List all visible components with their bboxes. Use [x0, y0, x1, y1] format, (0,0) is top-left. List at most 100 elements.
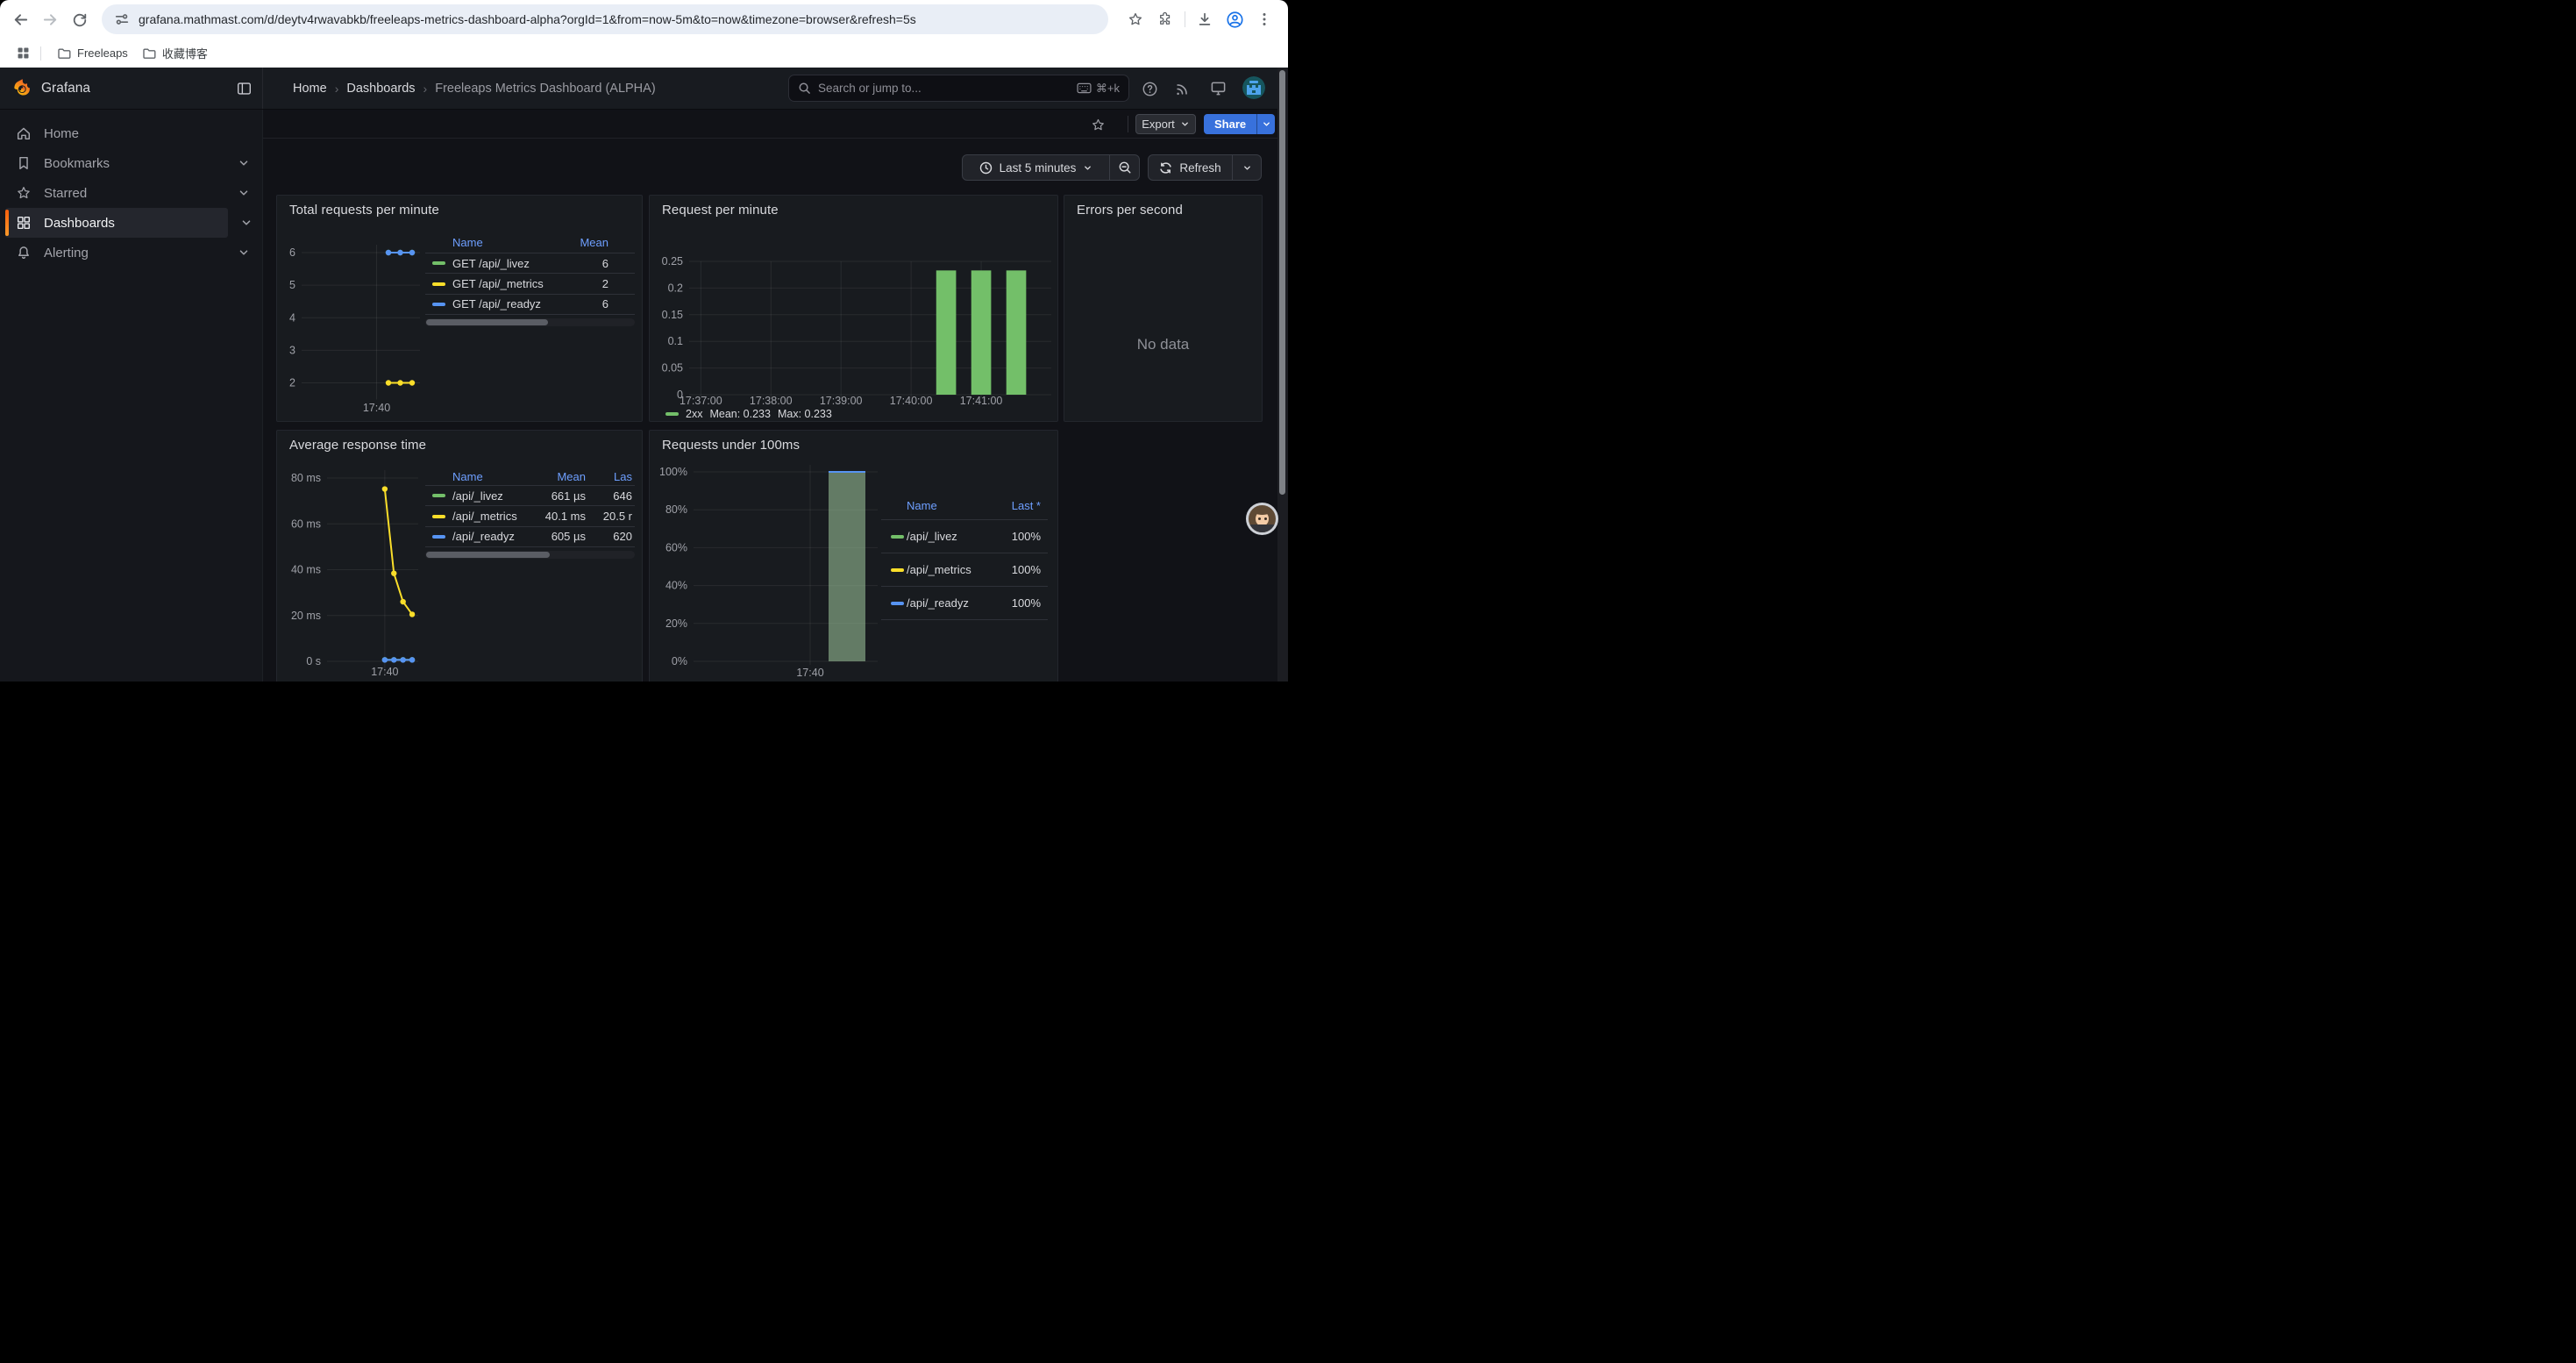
svg-text:17:40: 17:40 — [363, 402, 390, 414]
legend-row[interactable]: GET /api/_livez 6 — [425, 253, 635, 274]
scrollbar-thumb[interactable] — [1279, 70, 1285, 495]
panel-errors-per-second: Errors per second No data — [1064, 195, 1263, 422]
search-icon — [798, 82, 811, 95]
export-button[interactable]: Export — [1135, 114, 1196, 134]
legend-last-value: 100% — [1004, 563, 1048, 576]
zoom-out-icon[interactable] — [1110, 155, 1139, 180]
sidebar-item-starred[interactable]: Starred — [5, 178, 255, 208]
legend-header-last[interactable]: Last * — [1004, 499, 1048, 512]
legend-inline[interactable]: 2xx Mean: 0.233 Max: 0.233 — [665, 408, 832, 420]
help-icon[interactable] — [1140, 79, 1159, 98]
legend-mean-value: 6 — [551, 257, 608, 270]
download-icon[interactable] — [1190, 4, 1220, 34]
panel-title[interactable]: Errors per second — [1077, 203, 1183, 218]
back-icon[interactable] — [5, 4, 35, 34]
series-color-pill — [891, 568, 904, 572]
sidebar-item-alerting[interactable]: Alerting — [5, 238, 255, 268]
legend-row[interactable]: /api/_readyz 605 µs 620 — [425, 527, 635, 547]
series-color-pill — [432, 261, 445, 265]
svg-text:0 s: 0 s — [306, 655, 321, 667]
breadcrumb-home[interactable]: Home — [293, 82, 327, 96]
legend-last-value: 620 — [586, 530, 635, 543]
keyboard-icon — [1077, 82, 1092, 94]
legend-series-name: /api/_readyz — [452, 530, 533, 543]
reload-icon[interactable] — [65, 4, 95, 34]
legend-row[interactable]: /api/_metrics 40.1 ms 20.5 r — [425, 506, 635, 526]
refresh-button[interactable]: Refresh — [1148, 154, 1262, 181]
site-controls-icon[interactable] — [114, 11, 130, 27]
svg-text:100%: 100% — [659, 466, 687, 478]
apps-grid-icon[interactable] — [11, 41, 35, 66]
legend-header: Name Mean — [425, 232, 635, 253]
svg-text:4: 4 — [289, 311, 295, 324]
extensions-icon[interactable] — [1150, 4, 1180, 34]
chevron-down-icon[interactable] — [238, 246, 250, 259]
no-data-message: No data — [1064, 336, 1262, 353]
legend-row[interactable]: /api/_livez 100% — [881, 520, 1048, 553]
legend-header-name[interactable]: Name — [907, 499, 1004, 512]
legend-last-value: 100% — [1004, 530, 1048, 543]
legend-header-mean[interactable]: Mean — [533, 470, 586, 483]
profile-icon[interactable] — [1220, 4, 1249, 34]
forward-icon[interactable] — [35, 4, 65, 34]
legend-header-mean[interactable]: Mean — [551, 236, 608, 249]
sidebar-item-home[interactable]: Home — [5, 118, 255, 148]
refresh-interval-caret-icon[interactable] — [1233, 155, 1261, 180]
sidebar-item-label: Starred — [44, 186, 87, 201]
panel-requests-under-100ms: Requests under 100ms 0%20%40%60%80%100%1… — [649, 430, 1058, 682]
series-color-pill — [891, 535, 904, 539]
browser-actions — [1121, 4, 1288, 34]
svg-text:80 ms: 80 ms — [291, 472, 321, 484]
brand-name[interactable]: Grafana — [41, 81, 90, 96]
legend-row[interactable]: /api/_readyz 100% — [881, 587, 1048, 620]
svg-text:6: 6 — [289, 246, 295, 259]
favorite-star-icon[interactable] — [1087, 114, 1108, 135]
legend-header-last[interactable]: Las — [586, 470, 635, 483]
url-text[interactable]: grafana.mathmast.com/d/deytv4rwavabkb/fr… — [139, 12, 916, 26]
refresh-icon — [1159, 161, 1172, 175]
folder-icon — [57, 46, 71, 61]
request-per-minute-chart[interactable]: 00.050.10.150.20.2517:37:0017:38:0017:39… — [650, 196, 1057, 421]
legend-scrollbar[interactable] — [425, 551, 635, 559]
dock-sidebar-icon[interactable] — [237, 82, 252, 96]
user-avatar[interactable] — [1242, 76, 1265, 99]
legend-scrollbar[interactable] — [425, 318, 635, 326]
floating-assistant-avatar[interactable] — [1246, 503, 1278, 535]
bookmark-folder-freeleaps[interactable]: Freeleaps — [50, 43, 135, 64]
legend-row[interactable]: GET /api/_metrics 2 — [425, 274, 635, 294]
svg-text:0.2: 0.2 — [668, 282, 683, 294]
chevron-down-icon[interactable] — [240, 217, 253, 229]
dashboard-toolbar: Export Share — [263, 110, 1288, 139]
bookmark-folder-label: Freeleaps — [77, 46, 128, 60]
legend-row[interactable]: /api/_livez 661 µs 646 — [425, 486, 635, 506]
time-range-picker[interactable]: Last 5 minutes — [962, 154, 1140, 181]
legend-last-value: 646 — [586, 489, 635, 503]
bookmark-star-icon[interactable] — [1121, 4, 1150, 34]
svg-text:17:39:00: 17:39:00 — [820, 395, 863, 407]
monitor-icon[interactable] — [1208, 79, 1228, 98]
grafana-logo-icon[interactable] — [12, 78, 32, 98]
share-caret-icon[interactable] — [1256, 114, 1275, 134]
svg-text:17:38:00: 17:38:00 — [750, 395, 793, 407]
svg-text:60%: 60% — [665, 541, 687, 553]
sidebar-item-dashboards[interactable]: Dashboards — [5, 208, 228, 238]
search-input[interactable]: Search or jump to... ⌘+k — [788, 75, 1129, 102]
news-feed-icon[interactable] — [1173, 79, 1192, 98]
legend-table: Name Last * /api/_livez 100% /api/_metri… — [881, 492, 1048, 620]
legend-header-name[interactable]: Name — [452, 470, 533, 483]
legend-series-name: /api/_metrics — [907, 563, 1004, 576]
panel-average-response-time: Average response time 0 s20 ms40 ms60 ms… — [276, 430, 643, 682]
legend-mean-value: 2 — [551, 277, 608, 290]
breadcrumb: Home › Dashboards › Freeleaps Metrics Da… — [293, 68, 656, 109]
bookmarks-divider — [40, 46, 41, 61]
bookmark-folder-blogs[interactable]: 收藏博客 — [135, 41, 215, 65]
legend-row[interactable]: /api/_metrics 100% — [881, 553, 1048, 587]
legend-header-name[interactable]: Name — [452, 236, 551, 249]
legend-row[interactable]: GET /api/_readyz 6 — [425, 295, 635, 315]
menu-icon[interactable] — [1249, 4, 1279, 34]
breadcrumb-dashboards[interactable]: Dashboards — [346, 82, 415, 96]
share-button[interactable]: Share — [1204, 114, 1275, 134]
clock-icon — [979, 161, 993, 175]
address-bar[interactable]: grafana.mathmast.com/d/deytv4rwavabkb/fr… — [102, 4, 1108, 34]
chevron-down-icon[interactable] — [238, 187, 250, 199]
